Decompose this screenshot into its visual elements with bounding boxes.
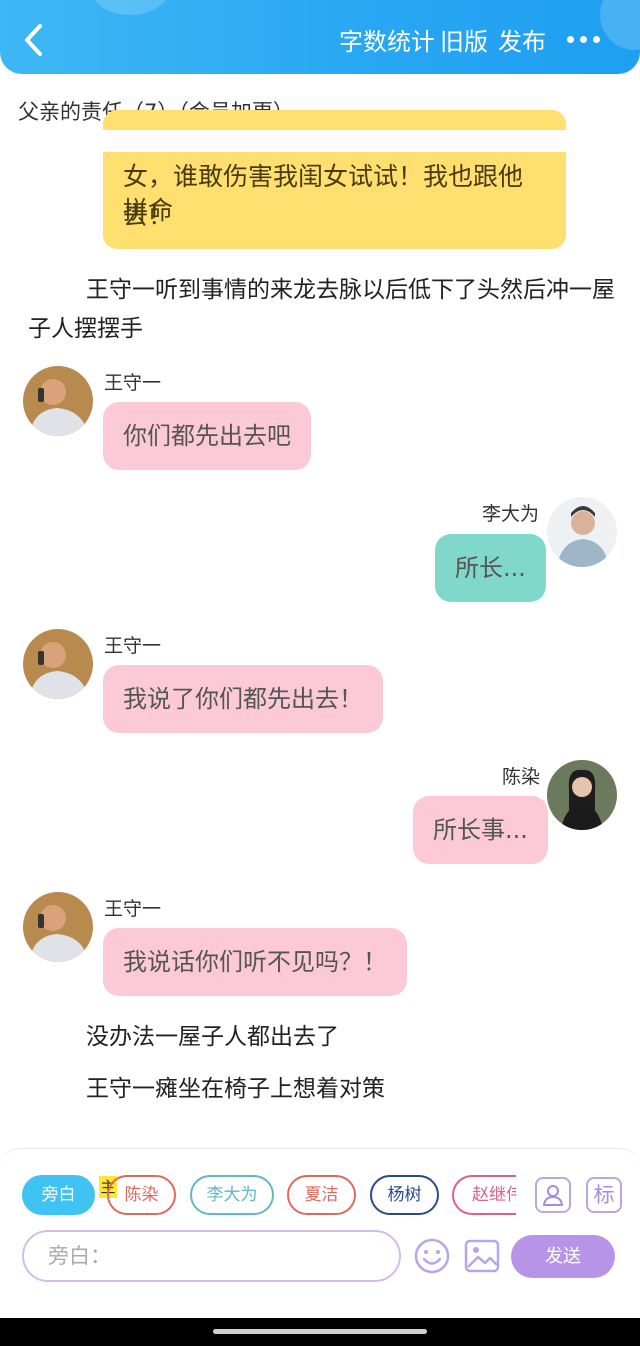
word-count-button[interactable]: 字数统计: [339, 22, 435, 57]
paragraph-text: 子人摆摆手: [28, 316, 143, 342]
person-avatar-icon: [23, 629, 93, 699]
publish-button[interactable]: 发布: [498, 22, 546, 57]
person-avatar-icon: [23, 366, 93, 436]
message-bubble[interactable]: 所长事...: [413, 796, 548, 864]
speaker-name: 王守一: [104, 635, 162, 657]
back-button[interactable]: [18, 20, 52, 60]
avatar[interactable]: [547, 497, 617, 567]
avatar[interactable]: [23, 366, 93, 436]
paragraph-text: 王守一瘫坐在椅子上想着对策: [86, 1076, 385, 1102]
person-icon: [542, 1185, 564, 1206]
scroll-mask: [0, 130, 640, 152]
chip-character[interactable]: 夏洁: [287, 1175, 356, 1215]
message-bubble[interactable]: 我说了你们都先出去！: [103, 665, 383, 733]
avatar[interactable]: [23, 892, 93, 962]
chip-character[interactable]: 李大为: [190, 1175, 274, 1215]
speaker-name: 陈染: [502, 766, 541, 788]
narration-line: 去！: [123, 201, 174, 230]
smile-icon: [414, 1238, 450, 1274]
home-indicator[interactable]: [213, 1329, 427, 1334]
speaker-name: 李大为: [482, 503, 540, 525]
speaker-name: 王守一: [104, 372, 162, 394]
paragraph-text: 没办法一屋子人都出去了: [86, 1024, 339, 1050]
image-button[interactable]: [463, 1237, 501, 1275]
message-bubble[interactable]: 所长...: [435, 534, 546, 602]
header-decoration: [90, 0, 170, 15]
send-button[interactable]: 发送: [511, 1235, 615, 1278]
dot-icon: [580, 36, 587, 43]
chip-narration[interactable]: 旁白: [22, 1175, 95, 1215]
person-avatar-icon: [547, 497, 617, 567]
message-input[interactable]: 旁白：: [22, 1230, 401, 1282]
message-bubble[interactable]: 我说话你们听不见吗？！: [103, 928, 407, 996]
old-version-button[interactable]: 旧版: [440, 22, 488, 57]
avatar[interactable]: [23, 629, 93, 699]
character-manage-button[interactable]: [535, 1177, 571, 1213]
more-menu-button[interactable]: [567, 36, 600, 43]
chip-character[interactable]: 陈染: [107, 1175, 176, 1215]
chip-character[interactable]: 赵继伟: [452, 1175, 516, 1215]
header-decoration: [600, 0, 640, 50]
chevron-left-icon: [25, 24, 42, 56]
person-avatar-icon: [23, 892, 93, 962]
paragraph-text: 王守一听到事情的来龙去脉以后低下了头然后冲一屋: [86, 277, 615, 303]
avatar[interactable]: [547, 760, 617, 830]
person-avatar-icon: [547, 760, 617, 830]
message-bubble[interactable]: 你们都先出去吧: [103, 402, 311, 470]
image-icon: [464, 1239, 500, 1273]
emoji-button[interactable]: [413, 1237, 451, 1275]
top-bar: 字数统计 旧版 发布: [0, 0, 640, 74]
mark-button[interactable]: 标: [586, 1177, 622, 1213]
speaker-name: 王守一: [104, 898, 162, 920]
dot-icon: [593, 36, 600, 43]
chip-character[interactable]: 杨树: [370, 1175, 439, 1215]
dot-icon: [567, 36, 574, 43]
